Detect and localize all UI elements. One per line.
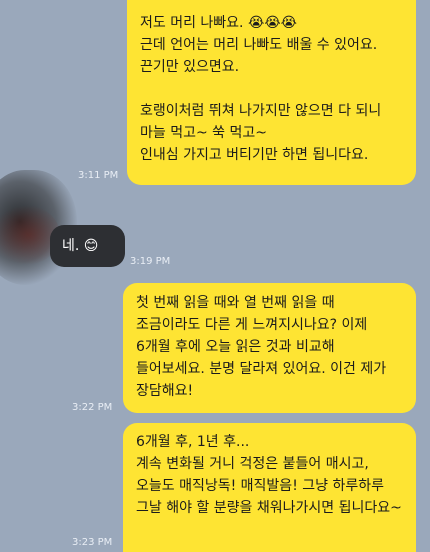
message-time-4: 3:23 PM [72, 537, 113, 548]
message-bubble-2[interactable]: 네. 😊 [50, 225, 125, 267]
chat-screen: { "messages": [ { "side": "sent", "text"… [0, 0, 430, 552]
message-bubble-4[interactable]: 6개월 후, 1년 후... 계속 변화될 거니 걱정은 붙들어 매시고, 오늘… [123, 423, 416, 552]
message-time-2: 3:19 PM [130, 256, 171, 267]
message-time-3: 3:22 PM [72, 402, 113, 413]
message-time-1: 3:11 PM [78, 170, 119, 181]
message-bubble-1[interactable]: 저도 머리 나빠요. 😭😭😭 근데 언어는 머리 나빠도 배울 수 있어요. 끈… [127, 0, 416, 185]
message-bubble-3[interactable]: 첫 번째 읽을 때와 열 번째 읽을 때 조금이라도 다른 게 느껴지시나요? … [123, 283, 416, 413]
